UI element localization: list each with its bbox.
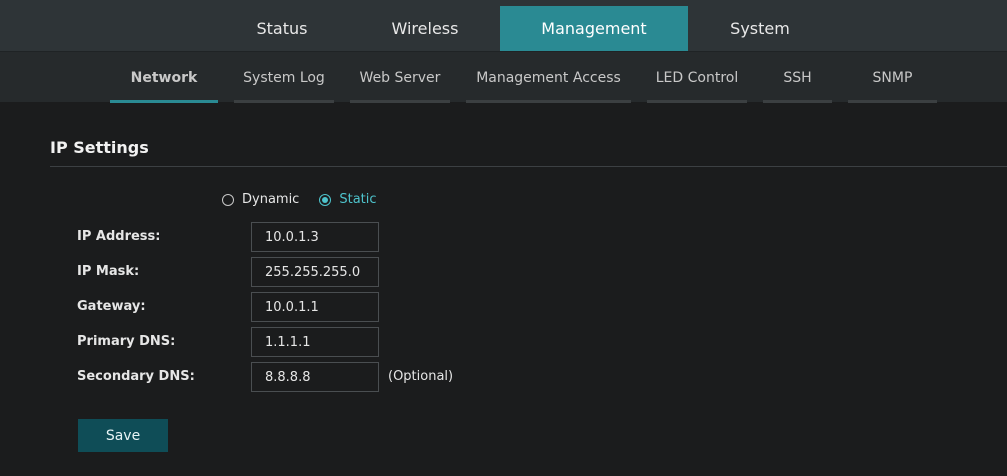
subtab-web-server-label: Web Server — [359, 69, 441, 86]
subtab-underline — [350, 100, 450, 103]
tab-status[interactable]: Status — [232, 6, 332, 51]
section-title: IP Settings — [50, 138, 149, 157]
ip-address-row: IP Address: — [0, 222, 1007, 252]
radio-dynamic-label: Dynamic — [242, 192, 300, 207]
radio-dynamic[interactable]: Dynamic — [222, 192, 299, 207]
gateway-label: Gateway: — [77, 299, 146, 314]
top-navigation: Status Wireless Management System — [0, 0, 1007, 51]
sub-navigation: Network System Log Web Server Management… — [0, 51, 1007, 103]
gateway-row: Gateway: — [0, 292, 1007, 322]
section-divider — [50, 166, 1007, 167]
subtab-network[interactable]: Network — [110, 52, 218, 103]
save-button[interactable]: Save — [78, 419, 168, 452]
radio-circle-icon — [222, 193, 234, 206]
subtab-underline — [110, 100, 218, 103]
subtab-ssh-label: SSH — [783, 69, 812, 86]
primary-dns-input[interactable] — [251, 327, 379, 357]
subtab-network-label: Network — [130, 69, 198, 86]
radio-circle-checked-icon — [319, 193, 332, 206]
subtab-underline — [647, 100, 747, 103]
subtab-snmp[interactable]: SNMP — [848, 52, 937, 103]
subtab-web-server[interactable]: Web Server — [350, 52, 450, 103]
secondary-dns-row: Secondary DNS: (Optional) — [0, 362, 1007, 392]
tab-system[interactable]: System — [710, 6, 810, 51]
ip-mask-label: IP Mask: — [77, 264, 140, 279]
subtab-led-control-label: LED Control — [655, 69, 739, 86]
ip-mask-input[interactable] — [251, 257, 379, 287]
tab-management[interactable]: Management — [500, 6, 688, 51]
ip-address-label: IP Address: — [77, 229, 161, 244]
subtab-underline — [848, 100, 937, 103]
ip-mask-row: IP Mask: — [0, 257, 1007, 287]
ip-mode-radio-group: Dynamic Static — [222, 192, 377, 207]
secondary-dns-optional-hint: (Optional) — [388, 369, 454, 384]
ip-address-input[interactable] — [251, 222, 379, 252]
subtab-underline — [466, 100, 631, 103]
subtab-system-log-label: System Log — [243, 69, 325, 86]
subtab-snmp-label: SNMP — [872, 69, 913, 86]
tab-wireless[interactable]: Wireless — [375, 6, 475, 51]
gateway-input[interactable] — [251, 292, 379, 322]
subtab-underline — [763, 100, 832, 103]
primary-dns-row: Primary DNS: — [0, 327, 1007, 357]
subtab-system-log[interactable]: System Log — [234, 52, 334, 103]
subtab-management-access-label: Management Access — [476, 69, 621, 86]
radio-static-label: Static — [339, 192, 377, 207]
secondary-dns-label: Secondary DNS: — [77, 369, 195, 384]
subtab-underline — [234, 100, 334, 103]
subtab-led-control[interactable]: LED Control — [647, 52, 747, 103]
subtab-management-access[interactable]: Management Access — [466, 52, 631, 103]
primary-dns-label: Primary DNS: — [77, 334, 176, 349]
radio-static[interactable]: Static — [319, 192, 377, 207]
secondary-dns-input[interactable] — [251, 362, 379, 392]
subtab-ssh[interactable]: SSH — [763, 52, 832, 103]
